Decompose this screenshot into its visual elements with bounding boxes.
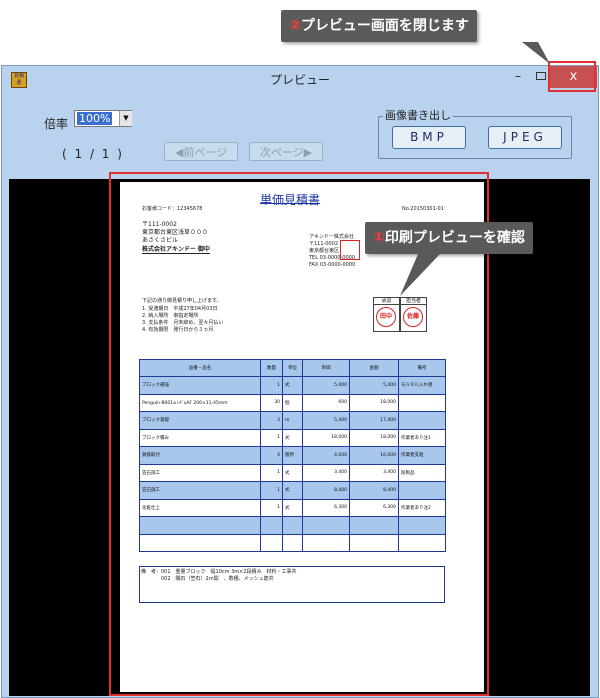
zoom-select[interactable]: 100% ▼ bbox=[74, 110, 132, 127]
jpeg-export-button[interactable]: JPEG bbox=[488, 126, 562, 149]
callout-text: 印刷プレビューを確認 bbox=[384, 230, 525, 246]
chevron-down-icon[interactable]: ▼ bbox=[119, 111, 132, 126]
callout-number: ① bbox=[373, 230, 385, 246]
preview-callout: ①印刷プレビューを確認 bbox=[365, 222, 533, 254]
zoom-value: 100% bbox=[77, 112, 113, 125]
maximize-icon bbox=[536, 72, 546, 80]
bmp-export-button[interactable]: BMP bbox=[392, 126, 466, 149]
callout-text: プレビュー画面を閉じます bbox=[300, 18, 469, 34]
minimize-button[interactable]: – bbox=[508, 68, 528, 88]
title-bar[interactable]: 見積書 プレビュー – x bbox=[2, 66, 598, 92]
close-callout: ②プレビュー画面を閉じます bbox=[281, 10, 477, 42]
maximize-button[interactable] bbox=[534, 68, 548, 88]
page-counter: ( 1 / 1 ) bbox=[62, 147, 124, 161]
callout-pointer bbox=[400, 254, 440, 296]
callout-number: ② bbox=[289, 18, 301, 34]
callout-pointer bbox=[522, 42, 550, 64]
zoom-label: 倍率 bbox=[44, 117, 69, 131]
prev-page-button[interactable]: ◀前ページ bbox=[164, 142, 238, 161]
next-page-button[interactable]: 次ページ▶ bbox=[249, 142, 323, 161]
export-group-label: 画像書き出し bbox=[383, 107, 453, 123]
